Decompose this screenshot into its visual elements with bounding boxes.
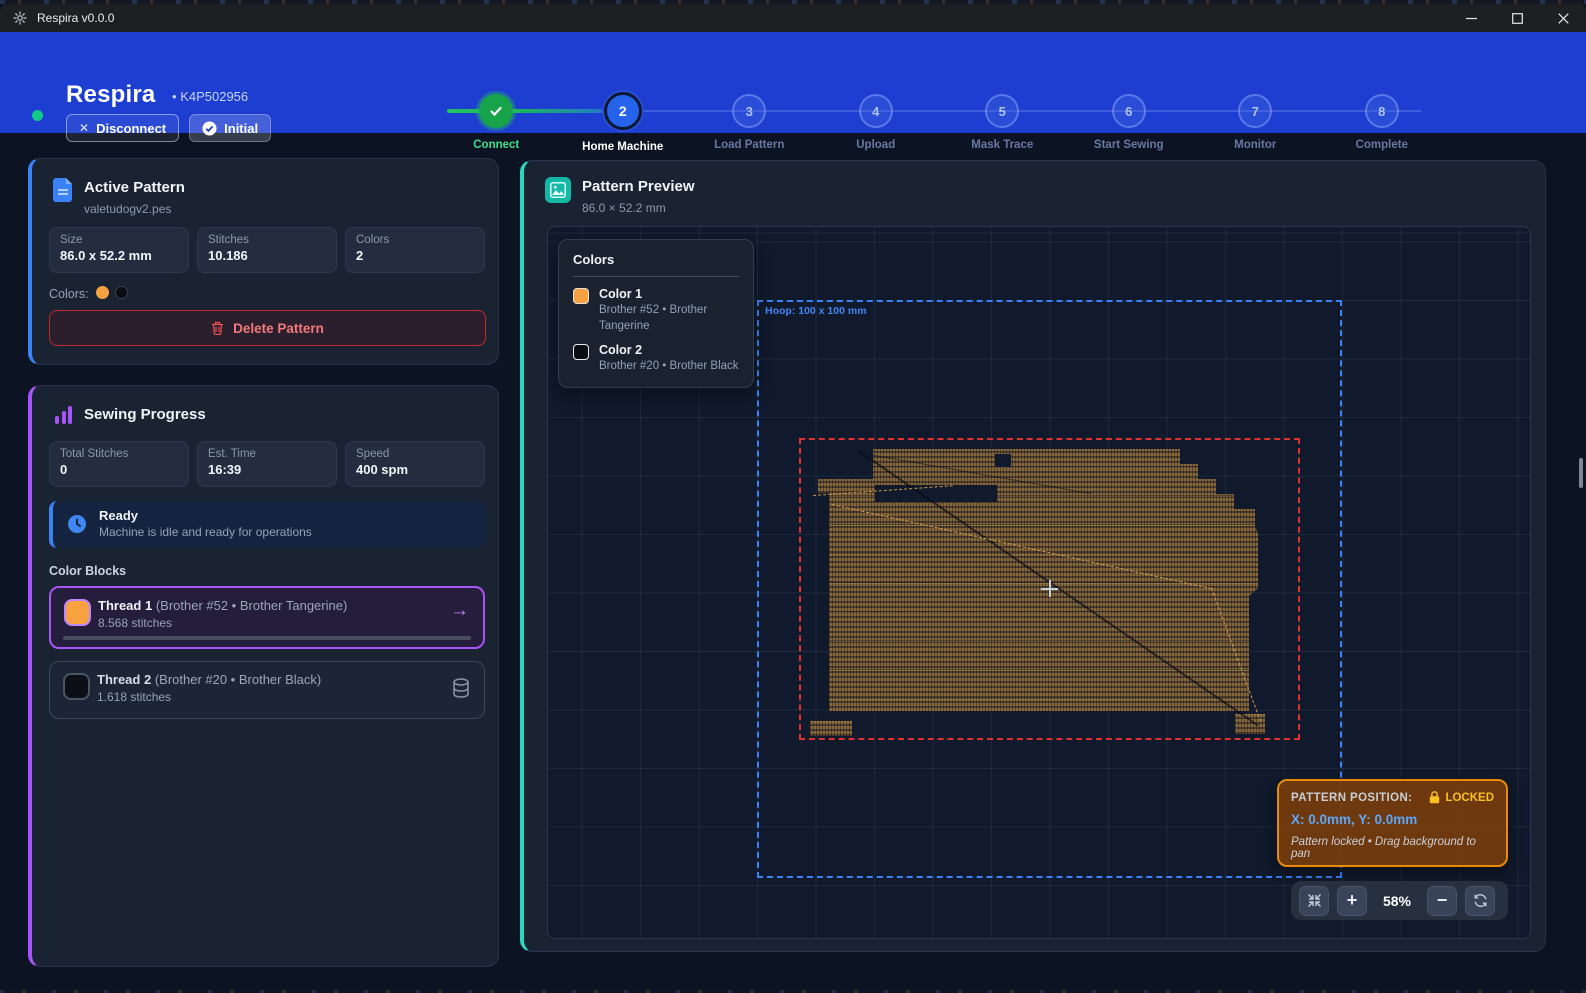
clock-icon	[67, 514, 87, 534]
reset-view-button[interactable]	[1465, 886, 1495, 916]
pattern-coordinates: X: 0.0mm, Y: 0.0mm	[1291, 812, 1494, 827]
preview-canvas[interactable]: Hoop: 100 x 100 mm Co	[547, 226, 1531, 939]
stat-speed: Speed 400 spm	[345, 441, 485, 487]
legend-title: Colors	[573, 252, 739, 267]
fit-icon	[1307, 893, 1322, 908]
center-crosshair	[1049, 580, 1051, 597]
minimize-button[interactable]	[1448, 4, 1494, 32]
titlebar: Respira v0.0.0	[0, 4, 1586, 32]
connection-status-dot	[32, 110, 43, 121]
zoom-toolbar: + 58% −	[1291, 881, 1508, 920]
maximize-button[interactable]	[1494, 4, 1540, 32]
status-title: Ready	[99, 508, 138, 523]
check-circle-icon	[202, 121, 217, 136]
initial-button[interactable]: Initial	[189, 114, 271, 142]
thread-1-stitch-count: 8.568 stitches	[98, 616, 172, 630]
pattern-lock-hint: Pattern locked • Drag background to pan	[1291, 836, 1494, 860]
color-swatch-black	[115, 286, 128, 299]
lock-icon	[1429, 791, 1440, 804]
pattern-dimensions: 86.0 × 52.2 mm	[582, 201, 666, 215]
step-load-pattern[interactable]: 3 Load Pattern	[686, 89, 813, 153]
close-icon: ✕	[79, 121, 89, 135]
bar-chart-icon	[55, 406, 74, 424]
status-description: Machine is idle and ready for operations	[99, 525, 312, 539]
machine-serial: • K4P502956	[172, 89, 248, 104]
step-check-icon	[479, 94, 513, 128]
stat-est-time: Est. Time 16:39	[197, 441, 337, 487]
stat-size: Size 86.0 x 52.2 mm	[49, 227, 189, 273]
locked-badge: LOCKED	[1429, 791, 1494, 804]
step-monitor[interactable]: 7 Monitor	[1192, 89, 1319, 153]
color-blocks-label: Color Blocks	[49, 564, 126, 578]
legend-entry-color-2: Color 2 Brother #20 • Brother Black	[573, 343, 739, 375]
pattern-position-label: PATTERN POSITION:	[1291, 792, 1412, 804]
scrollbar-thumb[interactable]	[1579, 458, 1583, 488]
thread-2-stitch-count: 1.618 stitches	[97, 690, 171, 704]
app-name: Respira	[66, 81, 155, 109]
step-start-sewing[interactable]: 6 Start Sewing	[1066, 89, 1193, 153]
delete-pattern-button[interactable]: Delete Pattern	[49, 310, 486, 346]
pattern-position-overlay: PATTERN POSITION: LOCKED X: 0.0mm, Y: 0.…	[1277, 779, 1508, 867]
thread-1-row[interactable]: Thread 1 (Brother #52 • Brother Tangerin…	[49, 586, 485, 649]
step-connect[interactable]: Connect	[433, 89, 560, 153]
stack-icon	[451, 677, 471, 699]
sewing-progress-card: Sewing Progress Total Stitches 0 Est. Ti…	[28, 385, 499, 967]
pattern-preview-title: Pattern Preview	[582, 178, 695, 195]
arrow-right-icon: →	[450, 600, 469, 622]
zoom-in-button[interactable]: +	[1337, 886, 1367, 916]
disconnect-button[interactable]: ✕ Disconnect	[66, 114, 179, 142]
legend-swatch-orange	[573, 288, 589, 304]
colors-legend: Colors Color 1 Brother #52 • Brother Tan…	[558, 239, 754, 388]
step-complete[interactable]: 8 Complete	[1319, 89, 1446, 153]
stat-total-stitches: Total Stitches 0	[49, 441, 189, 487]
legend-divider	[573, 276, 739, 277]
pattern-preview-panel: Pattern Preview 86.0 × 52.2 mm Hoop: 100…	[520, 160, 1546, 952]
thread-2-row[interactable]: Thread 2 (Brother #20 • Brother Black) 1…	[49, 661, 485, 719]
thread-1-swatch	[64, 599, 91, 626]
thread-2-swatch	[63, 673, 90, 700]
trash-icon	[211, 321, 224, 335]
image-icon	[545, 177, 571, 203]
legend-entry-color-1: Color 1 Brother #52 • Brother Tangerine	[573, 287, 739, 334]
stat-colors: Colors 2	[345, 227, 485, 273]
workflow-stepper: Connect 2 Home Machine 3 Load Pattern 4 …	[433, 89, 1445, 159]
refresh-icon	[1473, 893, 1488, 908]
thread-1-progress-bar	[63, 636, 471, 640]
zoom-level: 58%	[1375, 893, 1419, 909]
hoop-size-label: Hoop: 100 x 100 mm	[765, 305, 867, 317]
file-icon	[53, 178, 73, 202]
step-home-machine[interactable]: 2 Home Machine	[560, 89, 687, 153]
colors-label: Colors:	[49, 287, 89, 301]
step-mask-trace[interactable]: 5 Mask Trace	[939, 89, 1066, 153]
sewing-progress-title: Sewing Progress	[84, 406, 206, 423]
step-upload[interactable]: 4 Upload	[813, 89, 940, 153]
close-button[interactable]	[1540, 4, 1586, 32]
active-pattern-card: Active Pattern valetudogv2.pes Size 86.0…	[28, 158, 499, 365]
app-header: Respira • K4P502956 ✕ Disconnect Initial…	[0, 32, 1586, 133]
app-icon	[12, 10, 28, 26]
machine-status-banner: Ready Machine is idle and ready for oper…	[49, 501, 486, 548]
legend-swatch-black	[573, 344, 589, 360]
fit-view-button[interactable]	[1299, 886, 1329, 916]
zoom-out-button[interactable]: −	[1427, 886, 1457, 916]
pattern-filename: valetudogv2.pes	[84, 202, 171, 216]
active-pattern-title: Active Pattern	[84, 179, 185, 196]
stat-stitches: Stitches 10.186	[197, 227, 337, 273]
color-swatch-orange	[96, 286, 109, 299]
window-title: Respira v0.0.0	[37, 11, 114, 25]
app-window: Respira v0.0.0 Respira • K4P502956 ✕ Dis…	[0, 0, 1586, 993]
